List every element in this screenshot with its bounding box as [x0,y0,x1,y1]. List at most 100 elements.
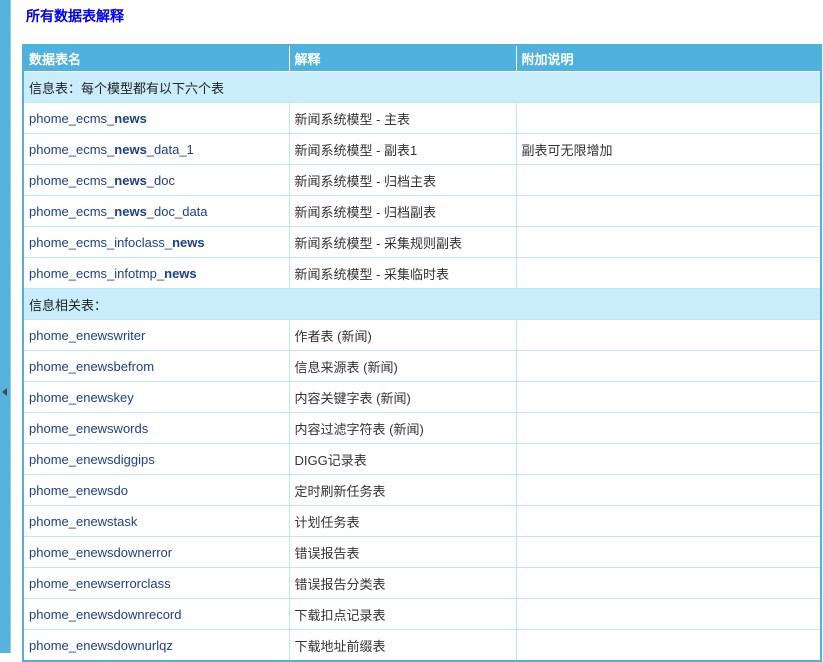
table-name-prefix: phome_enewserrorclass [29,576,171,591]
table-name-prefix: phome_ecms_ [29,111,114,126]
explanation-cell: 下载扣点记录表 [289,599,516,630]
table-name-link[interactable]: phome_ecms_infoclass_news [29,235,205,250]
table-row: phome_enewsdownerror 错误报告表 [23,537,821,568]
table-name-bold-part: news [114,142,147,157]
table-name-link[interactable]: phome_enewserrorclass [29,576,171,591]
table-name-link[interactable]: phome_ecms_news_data_1 [29,142,194,157]
table-name-cell: phome_enewswords [23,413,289,444]
table-name-cell: phome_ecms_news_doc [23,165,289,196]
table-row: phome_enewsbefrom 信息来源表 (新闻) [23,351,821,382]
table-name-link[interactable]: phome_ecms_news_doc_data [29,204,208,219]
section-label: 信息表：每个模型都有以下六个表 [23,72,821,103]
table-name-prefix: phome_enewswords [29,421,148,436]
table-name-suffix: _data_1 [147,142,194,157]
explanation-cell: 错误报告分类表 [289,568,516,599]
table-row: phome_enewserrorclass 错误报告分类表 [23,568,821,599]
explanation-cell: 计划任务表 [289,506,516,537]
table-row: phome_enewsdownurlqz 下载地址前缀表 [23,630,821,662]
table-name-cell: phome_enewsdiggips [23,444,289,475]
explanation-cell: 下载地址前缀表 [289,630,516,662]
table-name-suffix: _doc [147,173,175,188]
table-name-prefix: phome_ecms_ [29,142,114,157]
table-name-cell: phome_enewswriter [23,320,289,351]
extra-note-cell [516,103,821,134]
table-name-cell: phome_enewsdownerror [23,537,289,568]
extra-note-cell [516,444,821,475]
table-name-prefix: phome_enewsdownrecord [29,607,181,622]
section-row: 信息表：每个模型都有以下六个表 [23,72,821,103]
tables-explanation-table: 数据表名 解释 附加说明 信息表：每个模型都有以下六个表phome_ecms_n… [22,44,822,662]
table-row: phome_ecms_infoclass_news新闻系统模型 - 采集规则副表 [23,227,821,258]
table-name-bold-part: news [172,235,205,250]
table-name-cell: phome_ecms_news_data_1 [23,134,289,165]
table-name-cell: phome_ecms_infotmp_news [23,258,289,289]
explanation-cell: 新闻系统模型 - 归档副表 [289,196,516,227]
table-name-link[interactable]: phome_enewswriter [29,328,145,343]
table-name-cell: phome_ecms_infoclass_news [23,227,289,258]
table-name-link[interactable]: phome_enewstask [29,514,137,529]
column-header-explanation: 解释 [289,45,516,72]
table-name-link[interactable]: phome_enewskey [29,390,134,405]
table-name-link[interactable]: phome_enewswords [29,421,148,436]
table-row: phome_enewsdownrecord 下载扣点记录表 [23,599,821,630]
extra-note-cell [516,351,821,382]
table-name-cell: phome_enewsbefrom [23,351,289,382]
table-row: phome_enewsdiggips DIGG记录表 [23,444,821,475]
extra-note-cell [516,537,821,568]
section-label: 信息相关表： [23,289,821,320]
table-row: phome_ecms_news_doc 新闻系统模型 - 归档主表 [23,165,821,196]
extra-note-cell [516,227,821,258]
table-name-link[interactable]: phome_ecms_infotmp_news [29,266,197,281]
explanation-cell: 错误报告表 [289,537,516,568]
table-name-cell: phome_enewstask [23,506,289,537]
table-name-cell: phome_enewsdownrecord [23,599,289,630]
table-name-link[interactable]: phome_ecms_news [29,111,147,126]
table-row: phome_enewskey 内容关键字表 (新闻) [23,382,821,413]
table-name-link[interactable]: phome_ecms_news_doc [29,173,175,188]
table-name-link[interactable]: phome_enewsbefrom [29,359,154,374]
explanation-cell: 信息来源表 (新闻) [289,351,516,382]
table-name-link[interactable]: phome_enewsdiggips [29,452,155,467]
table-name-link[interactable]: phome_enewsdownerror [29,545,172,560]
table-name-prefix: phome_enewsdiggips [29,452,155,467]
table-row: phome_ecms_infotmp_news新闻系统模型 - 采集临时表 [23,258,821,289]
page-title-link[interactable]: 所有数据表解释 [26,6,124,26]
table-name-prefix: phome_ecms_infoclass_ [29,235,172,250]
explanation-cell: 新闻系统模型 - 归档主表 [289,165,516,196]
explanation-cell: 作者表 (新闻) [289,320,516,351]
table-name-prefix: phome_enewsdo [29,483,128,498]
table-name-prefix: phome_enewsdownerror [29,545,172,560]
extra-note-cell [516,475,821,506]
table-row: phome_enewstask 计划任务表 [23,506,821,537]
extra-note-cell: 副表可无限增加 [516,134,821,165]
extra-note-cell [516,413,821,444]
table-row: phome_ecms_news_doc_data 新闻系统模型 - 归档副表 [23,196,821,227]
table-name-prefix: phome_ecms_infotmp_ [29,266,164,281]
table-name-link[interactable]: phome_enewsdo [29,483,128,498]
extra-note-cell [516,320,821,351]
table-name-cell: phome_enewsdownurlqz [23,630,289,662]
extra-note-cell [516,568,821,599]
table-name-link[interactable]: phome_enewsdownrecord [29,607,181,622]
table-name-prefix: phome_enewsbefrom [29,359,154,374]
table-name-cell: phome_ecms_news [23,103,289,134]
explanation-cell: 内容关键字表 (新闻) [289,382,516,413]
column-header-extra-note: 附加说明 [516,45,821,72]
table-name-bold-part: news [114,173,147,188]
collapse-left-icon[interactable] [2,388,7,396]
extra-note-cell [516,258,821,289]
table-row: phome_ecms_news 新闻系统模型 - 主表 [23,103,821,134]
table-name-bold-part: news [164,266,197,281]
explanation-cell: DIGG记录表 [289,444,516,475]
table-body: 信息表：每个模型都有以下六个表phome_ecms_news新闻系统模型 - 主… [23,72,821,662]
table-name-cell: phome_enewserrorclass [23,568,289,599]
explanation-cell: 新闻系统模型 - 主表 [289,103,516,134]
extra-note-cell [516,630,821,662]
table-name-link[interactable]: phome_enewsdownurlqz [29,638,173,653]
frame-splitter[interactable] [0,0,11,653]
table-header-row: 数据表名 解释 附加说明 [23,45,821,72]
table-name-prefix: phome_ecms_ [29,173,114,188]
extra-note-cell [516,165,821,196]
extra-note-cell [516,506,821,537]
explanation-cell: 新闻系统模型 - 副表1 [289,134,516,165]
